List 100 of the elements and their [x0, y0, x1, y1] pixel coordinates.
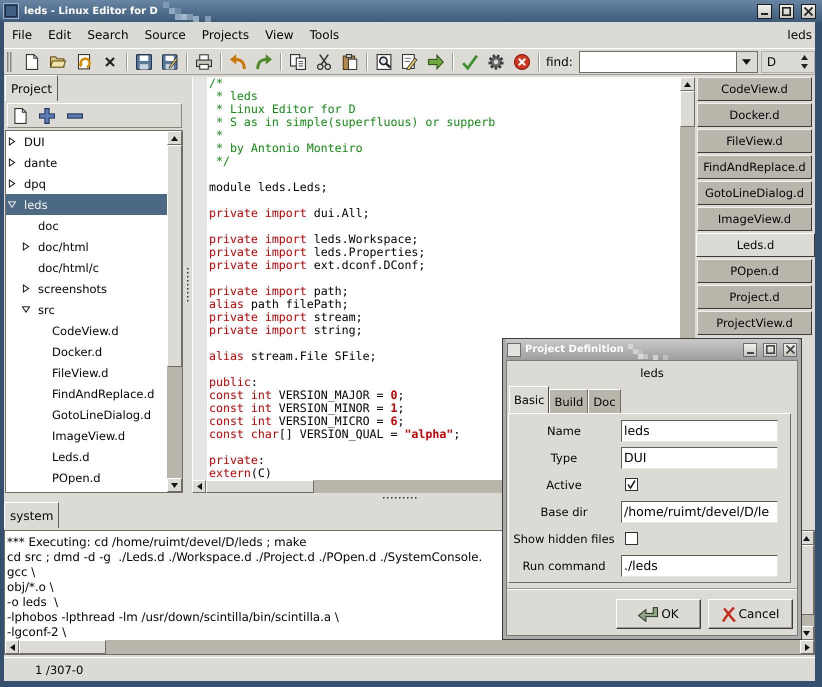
scrollbar-thumb[interactable]	[680, 91, 695, 127]
right-arrow-icon[interactable]	[428, 54, 444, 70]
right-triangle-icon[interactable]	[22, 242, 30, 251]
tree-item[interactable]: doc/html/c	[6, 257, 167, 278]
dropdown-button[interactable]	[736, 50, 758, 72]
scroll-down-button[interactable]	[167, 478, 182, 492]
file-tab[interactable]: Project.d	[697, 285, 812, 309]
menu-item[interactable]: Edit	[40, 24, 80, 46]
menu-item[interactable]: File	[4, 24, 40, 46]
file-tab[interactable]: GotoLineDialog.d	[697, 181, 812, 205]
right-triangle-icon[interactable]	[8, 158, 16, 167]
menu-item[interactable]: Search	[79, 24, 137, 46]
tree-item[interactable]: leds	[6, 194, 167, 215]
minimize-button[interactable]	[757, 4, 772, 18]
menu-item[interactable]: Tools	[302, 24, 348, 46]
minus-icon[interactable]	[67, 112, 83, 118]
tree-item[interactable]: doc	[6, 215, 167, 236]
tree-item[interactable]: doc/html	[6, 236, 167, 257]
find-field[interactable]	[578, 50, 736, 72]
tree-item[interactable]: FindAndReplace.d	[6, 383, 167, 404]
cancel-button[interactable]: Cancel	[708, 599, 793, 629]
file-tab[interactable]: POpen.d	[697, 259, 812, 283]
scissors-icon[interactable]	[316, 54, 332, 70]
tree-item[interactable]: src	[6, 299, 167, 320]
right-triangle-icon[interactable]	[22, 284, 30, 293]
splitter-grip[interactable]	[186, 267, 189, 303]
window-icon[interactable]	[3, 3, 19, 19]
maximize-icon	[782, 6, 791, 16]
menu-item[interactable]: View	[257, 24, 302, 46]
splitter-grip[interactable]	[382, 496, 418, 499]
down-triangle-icon[interactable]	[22, 305, 30, 314]
scrollbar-thumb[interactable]	[19, 640, 106, 654]
checkbox[interactable]	[625, 532, 638, 545]
tree-item[interactable]: dante	[6, 152, 167, 173]
window-icon[interactable]	[507, 342, 521, 356]
file-tab[interactable]: FindAndReplace.d	[697, 155, 812, 179]
right-triangle-icon[interactable]	[8, 137, 16, 146]
ok-button[interactable]: OK	[616, 599, 701, 629]
right-triangle-icon[interactable]	[8, 179, 16, 188]
panel-tab[interactable]: Project	[5, 75, 58, 101]
file-tab[interactable]: Docker.d	[697, 103, 812, 127]
minimize-icon	[761, 13, 768, 15]
menu-item[interactable]: Projects	[194, 24, 258, 46]
tree-item[interactable]: ImageView.d	[6, 425, 167, 446]
code-line: private import leds.Workspace;	[209, 233, 418, 246]
minimize-button[interactable]	[743, 342, 757, 356]
tree-item[interactable]: GotoLineDialog.d	[6, 404, 167, 425]
dialog-tab[interactable]: Basic	[509, 386, 550, 413]
printer-icon[interactable]	[196, 54, 212, 70]
scrollbar-thumb[interactable]	[167, 145, 182, 367]
tick-icon[interactable]	[462, 54, 478, 70]
text-field[interactable]: ./leds	[621, 554, 778, 576]
page-pencil-icon[interactable]	[402, 54, 418, 70]
close-button[interactable]	[783, 342, 797, 356]
floppy-pencil-icon[interactable]	[162, 54, 178, 70]
scroll-up-button[interactable]	[680, 77, 695, 91]
vertical-scrollbar[interactable]	[167, 131, 182, 492]
scroll-up-button[interactable]	[167, 131, 182, 145]
menu-item[interactable]: Source	[136, 24, 194, 46]
file-tab[interactable]: CodeView.d	[697, 77, 812, 101]
clipboard-icon[interactable]	[342, 54, 358, 70]
tree-item[interactable]: CodeView.d	[6, 320, 167, 341]
new-file-icon[interactable]	[14, 108, 27, 124]
horizontal-scrollbar[interactable]	[5, 640, 814, 654]
tree-item[interactable]: FileView.d	[6, 362, 167, 383]
tree-item[interactable]: screenshots	[6, 278, 167, 299]
checkbox[interactable]	[625, 478, 638, 491]
tree-item[interactable]: DUI	[6, 131, 167, 152]
circle-x-icon[interactable]	[514, 54, 530, 70]
text-field[interactable]: leds	[621, 420, 778, 442]
scrollbar-thumb[interactable]	[206, 480, 314, 493]
page-magnifier-icon[interactable]	[376, 54, 392, 70]
tree-item[interactable]: dpq	[6, 173, 167, 194]
text-field[interactable]: DUI	[621, 446, 778, 468]
text-field[interactable]: /home/ruimt/devel/D/le	[621, 500, 778, 522]
tree-item[interactable]: POpen.d	[6, 467, 167, 488]
scroll-left-button[interactable]	[192, 480, 206, 493]
file-tab[interactable]: FileView.d	[697, 129, 812, 153]
file-tab[interactable]: ProjectView.d	[697, 311, 812, 335]
gear-icon[interactable]	[488, 54, 504, 70]
file-tab[interactable]: ImageView.d	[697, 207, 812, 231]
close-button[interactable]	[801, 4, 816, 18]
new-file-icon[interactable]	[24, 54, 40, 70]
tree-item[interactable]: Leds.d	[6, 446, 167, 467]
tree-item[interactable]: Docker.d	[6, 341, 167, 362]
panel-tab[interactable]: system	[4, 502, 60, 528]
scroll-right-button[interactable]	[800, 640, 814, 654]
dialog-tab[interactable]: Build	[549, 389, 588, 413]
plus-icon[interactable]	[39, 108, 55, 124]
maximize-button[interactable]	[763, 342, 777, 356]
toolbar-grip[interactable]	[7, 50, 12, 72]
language-combo[interactable]: D	[760, 50, 815, 72]
dialog-tab[interactable]: Doc	[588, 389, 621, 413]
scroll-left-button[interactable]	[5, 640, 19, 654]
file-tab[interactable]: Leds.d	[696, 233, 815, 257]
maximize-button[interactable]	[779, 4, 794, 18]
close-icon[interactable]	[105, 56, 115, 66]
curved-right-arrow-icon[interactable]	[256, 54, 272, 70]
open-folder-icon[interactable]	[50, 54, 66, 70]
two-pages-icon[interactable]	[290, 54, 306, 70]
